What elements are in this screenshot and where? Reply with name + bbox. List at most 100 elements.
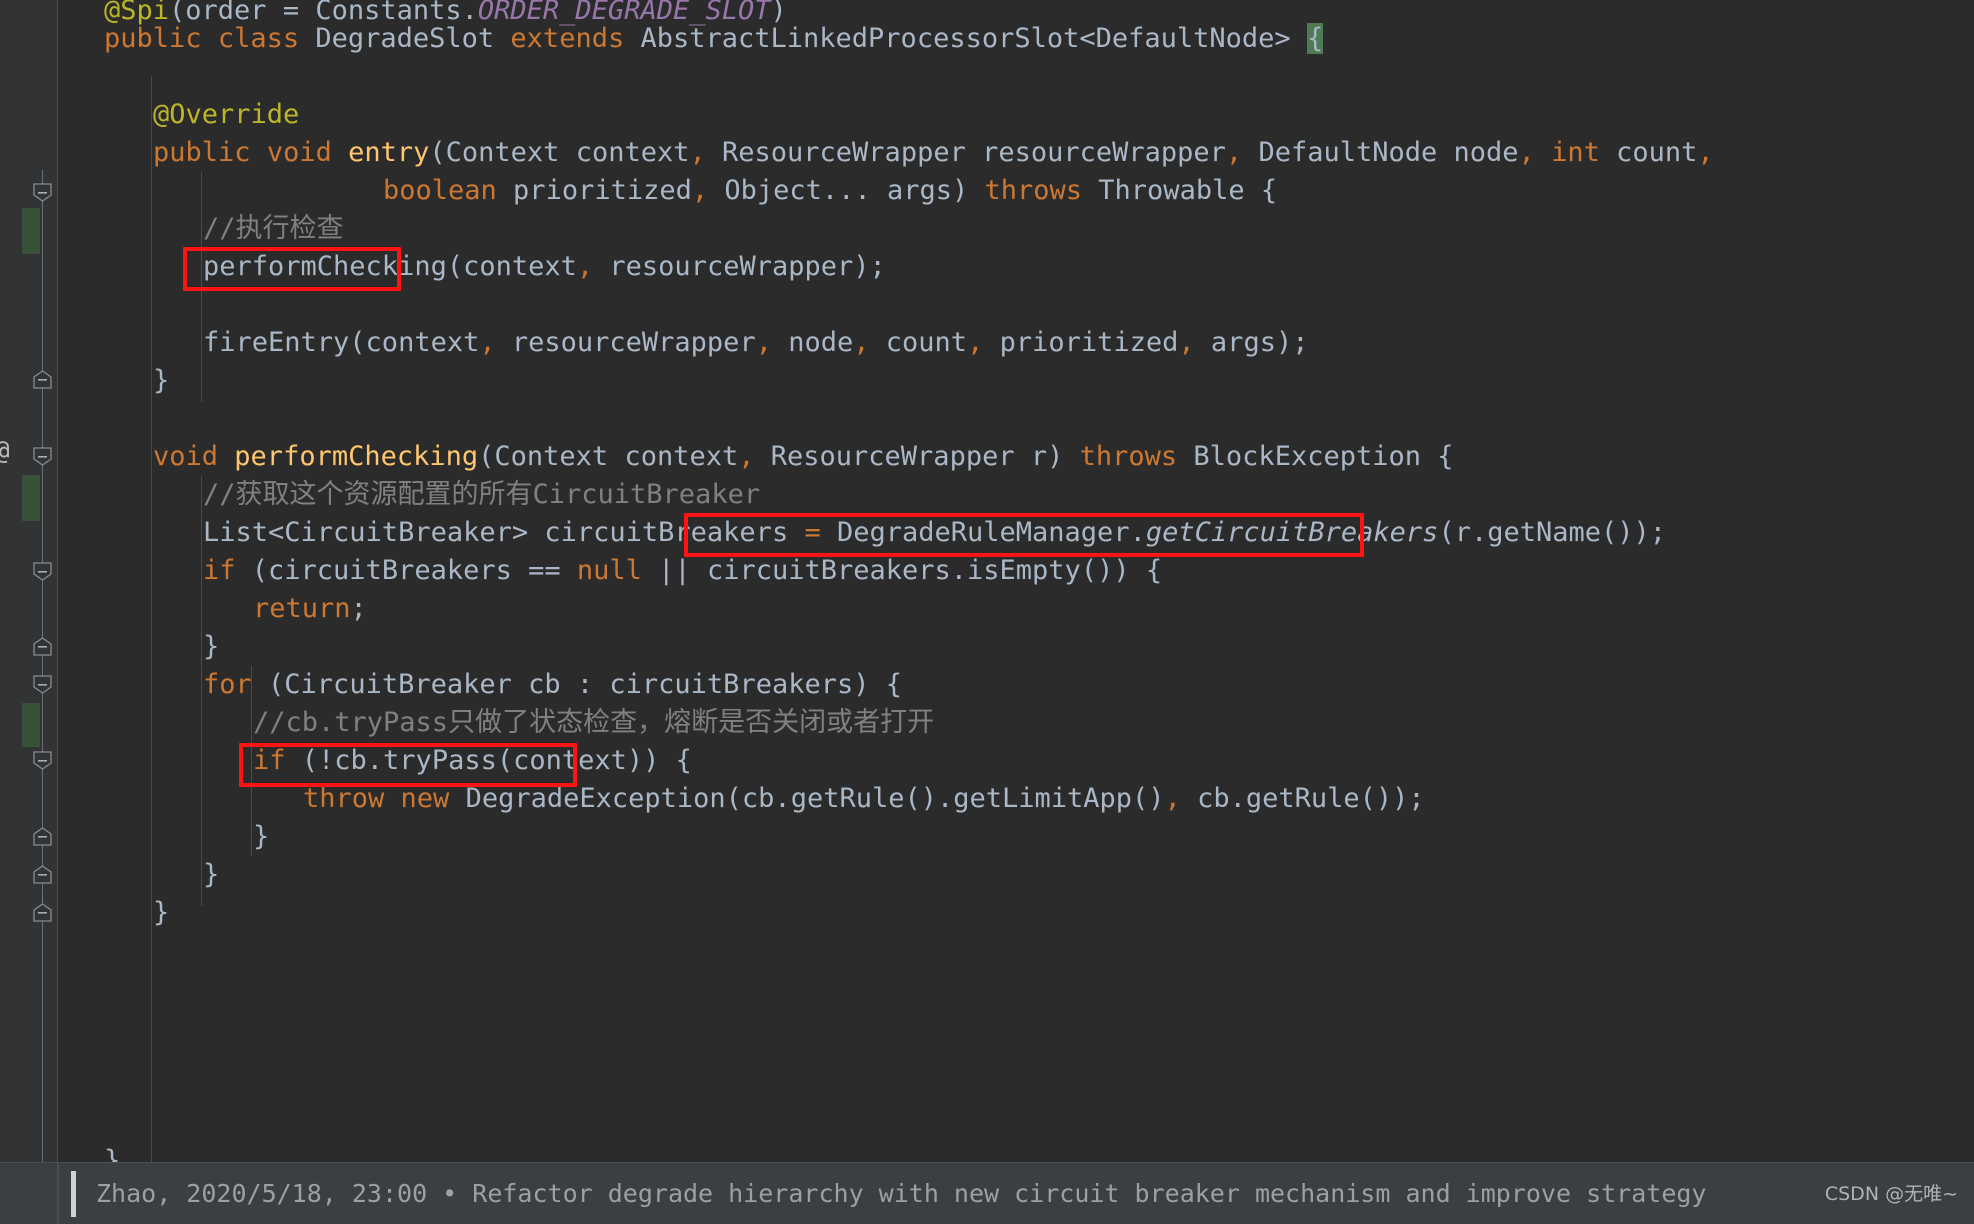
line-06-entry-signature-cont-token-1: prioritized <box>496 175 692 206</box>
line-13-performchecking-signature-token-5: ResourceWrapper r) <box>754 441 1080 472</box>
ide-editor-window: @ @Spi(order = Constants.ORDER_DEGRADE_S… <box>0 0 1974 1224</box>
line-19-for-loop[interactable]: for (CircuitBreaker cb : circuitBreakers… <box>58 666 902 704</box>
line-18-close-if-token-0: } <box>203 631 220 662</box>
line-08-call-performchecking-token-3: resourceWrapper); <box>593 251 886 282</box>
line-10-fireentry[interactable]: fireEntry(context, resourceWrapper, node… <box>58 324 1308 362</box>
line-05-entry-signature-token-9: DefaultNode node <box>1242 137 1519 168</box>
line-19-for-loop-token-1: (CircuitBreaker cb : circuitBreakers) { <box>251 669 902 700</box>
collapse-fold-minus-end[interactable] <box>33 903 52 922</box>
line-15-list-circuitbreakers-token-3: getCircuitBreakers <box>1145 517 1439 548</box>
line-05-entry-signature-token-6: , <box>689 137 706 168</box>
line-23-close-inner-if-token-0: } <box>253 821 270 852</box>
line-06-entry-signature-cont-token-2: , <box>691 175 709 206</box>
line-02-class-decl-token-5: AbstractLinkedProcessorSlot<DefaultNode> <box>624 23 1307 54</box>
line-05-entry-signature[interactable]: public void entry(Context context, Resou… <box>58 134 1714 172</box>
line-23-close-inner-if[interactable]: } <box>58 818 269 856</box>
collapse-fold-minus-start[interactable] <box>33 562 52 581</box>
line-05-entry-signature-token-2: void <box>266 137 332 168</box>
line-08-call-performchecking[interactable]: performChecking(context, resourceWrapper… <box>58 248 886 286</box>
line-10-fireentry-token-1: , <box>479 327 496 358</box>
line-08-call-performchecking-token-1: (context <box>446 251 577 282</box>
line-16-if-null-or-empty-token-1: (circuitBreakers == <box>235 555 577 586</box>
line-18-close-if[interactable]: } <box>58 628 219 666</box>
line-10-fireentry-token-4: node <box>771 327 854 358</box>
collapse-fold-minus-start[interactable] <box>33 675 52 694</box>
line-10-fireentry-token-8: prioritized <box>983 327 1179 358</box>
line-22-throw-degradeexception-token-5: cb.getRule()); <box>1180 783 1425 814</box>
line-05-entry-signature-token-12: int <box>1551 137 1600 168</box>
line-13-performchecking-signature-token-6: throws <box>1079 441 1178 472</box>
line-05-entry-signature-token-10: , <box>1518 137 1535 168</box>
line-22-throw-degradeexception-token-3: DegradeException(cb.getRule().getLimitAp… <box>449 783 1165 814</box>
code-area[interactable]: @Spi(order = Constants.ORDER_DEGRADE_SLO… <box>58 0 1974 1224</box>
line-10-fireentry-token-3: , <box>755 327 772 358</box>
line-17-return-token-1: ; <box>350 593 367 624</box>
line-05-entry-signature-token-11 <box>1535 137 1551 168</box>
line-13-performchecking-signature-token-2: performChecking <box>234 441 479 472</box>
line-24-close-for[interactable]: } <box>58 856 219 894</box>
line-04-override[interactable]: @Override <box>58 96 299 134</box>
line-22-throw-degradeexception-token-1 <box>384 783 400 814</box>
line-06-entry-signature-cont-token-0: boolean <box>383 175 497 206</box>
line-02-class-decl[interactable]: public class DegradeSlot extends Abstrac… <box>58 20 1324 58</box>
line-07-comment-perform-check-token-0: //执行检查 <box>203 213 344 244</box>
collapse-fold-minus-end[interactable] <box>33 865 52 884</box>
annotation-gutter-separator <box>57 1163 59 1224</box>
line-15-list-circuitbreakers-token-1: = <box>804 517 821 548</box>
vcs-annotation-bar[interactable]: Zhao, 2020/5/18, 23:00 • Refactor degrad… <box>0 1162 1974 1224</box>
vcs-annotation-text: Zhao, 2020/5/18, 23:00 • Refactor degrad… <box>96 1179 1707 1208</box>
line-05-entry-signature-token-0: public <box>153 137 251 168</box>
line-05-entry-signature-token-14: , <box>1697 137 1714 168</box>
line-15-list-circuitbreakers-token-0: List<CircuitBreaker> circuitBreakers <box>203 517 805 548</box>
collapse-fold-minus-start[interactable] <box>33 751 52 770</box>
line-06-entry-signature-cont-token-3: Object... args) <box>708 175 985 206</box>
line-17-return-token-0: return <box>253 593 351 624</box>
line-16-if-null-or-empty-token-2: null <box>576 555 642 586</box>
line-05-entry-signature-token-7: ResourceWrapper resourceWrapper <box>705 137 1226 168</box>
line-06-entry-signature-cont[interactable]: boolean prioritized, Object... args) thr… <box>58 172 1277 210</box>
line-14-comment-get-breakers[interactable]: //获取这个资源配置的所有CircuitBreaker <box>58 476 760 514</box>
line-13-performchecking-signature-token-4: , <box>738 441 755 472</box>
line-05-entry-signature-token-4: entry <box>348 137 430 168</box>
vcs-change-marker[interactable] <box>22 208 40 254</box>
line-14-comment-get-breakers-token-0: //获取这个资源配置的所有CircuitBreaker <box>203 479 761 510</box>
line-13-performchecking-signature[interactable]: void performChecking(Context context, Re… <box>58 438 1454 476</box>
line-02-class-decl-token-0: public <box>104 23 202 54</box>
line-22-throw-degradeexception[interactable]: throw new DegradeException(cb.getRule().… <box>58 780 1425 818</box>
fold-rail <box>42 170 43 1170</box>
line-21-if-not-trypass-token-0: if <box>253 745 286 776</box>
overriding-method-gutter-icon[interactable]: @ <box>0 438 10 464</box>
collapse-fold-minus-end[interactable] <box>33 370 52 389</box>
line-21-if-not-trypass[interactable]: if (!cb.tryPass(context)) { <box>58 742 692 780</box>
line-11-close-entry[interactable]: } <box>58 362 169 400</box>
line-10-fireentry-token-6: count <box>869 327 968 358</box>
line-22-throw-degradeexception-token-2: new <box>400 783 450 814</box>
line-13-performchecking-signature-token-0: void <box>153 441 219 472</box>
line-10-fireentry-token-0: fireEntry(context <box>203 327 480 358</box>
vcs-change-marker[interactable] <box>22 703 40 747</box>
line-25-close-method-token-0: } <box>153 897 170 928</box>
line-20-comment-trypass[interactable]: //cb.tryPass只做了状态检查，熔断是否关闭或者打开 <box>58 704 934 742</box>
line-10-fireentry-token-10: args); <box>1194 327 1309 358</box>
editor-gutter[interactable]: @ <box>0 0 59 1224</box>
line-07-comment-perform-check[interactable]: //执行检查 <box>58 210 344 248</box>
line-22-throw-degradeexception-token-0: throw <box>303 783 385 814</box>
collapse-fold-minus-end[interactable] <box>33 827 52 846</box>
line-02-class-decl-token-2: class <box>217 23 300 54</box>
line-19-for-loop-token-0: for <box>203 669 252 700</box>
collapse-fold-minus-end[interactable] <box>33 637 52 656</box>
line-17-return[interactable]: return; <box>58 590 367 628</box>
line-16-if-null-or-empty[interactable]: if (circuitBreakers == null || circuitBr… <box>58 552 1162 590</box>
line-02-class-decl-token-3: DegradeSlot <box>299 23 511 54</box>
collapse-fold-minus-start[interactable] <box>33 447 52 466</box>
line-08-call-performchecking-token-0: performChecking <box>203 251 447 282</box>
line-02-class-decl-token-6: { <box>1306 23 1324 54</box>
line-13-performchecking-signature-token-3: (Context context <box>478 441 739 472</box>
collapse-fold-minus-start[interactable] <box>33 183 52 202</box>
line-25-close-method[interactable]: } <box>58 894 169 932</box>
line-15-list-circuitbreakers[interactable]: List<CircuitBreaker> circuitBreakers = D… <box>58 514 1666 552</box>
vcs-change-marker[interactable] <box>22 475 40 521</box>
line-05-entry-signature-token-5: (Context context <box>429 137 690 168</box>
line-05-entry-signature-token-8: , <box>1225 137 1243 168</box>
line-08-call-performchecking-token-2: , <box>576 251 594 282</box>
